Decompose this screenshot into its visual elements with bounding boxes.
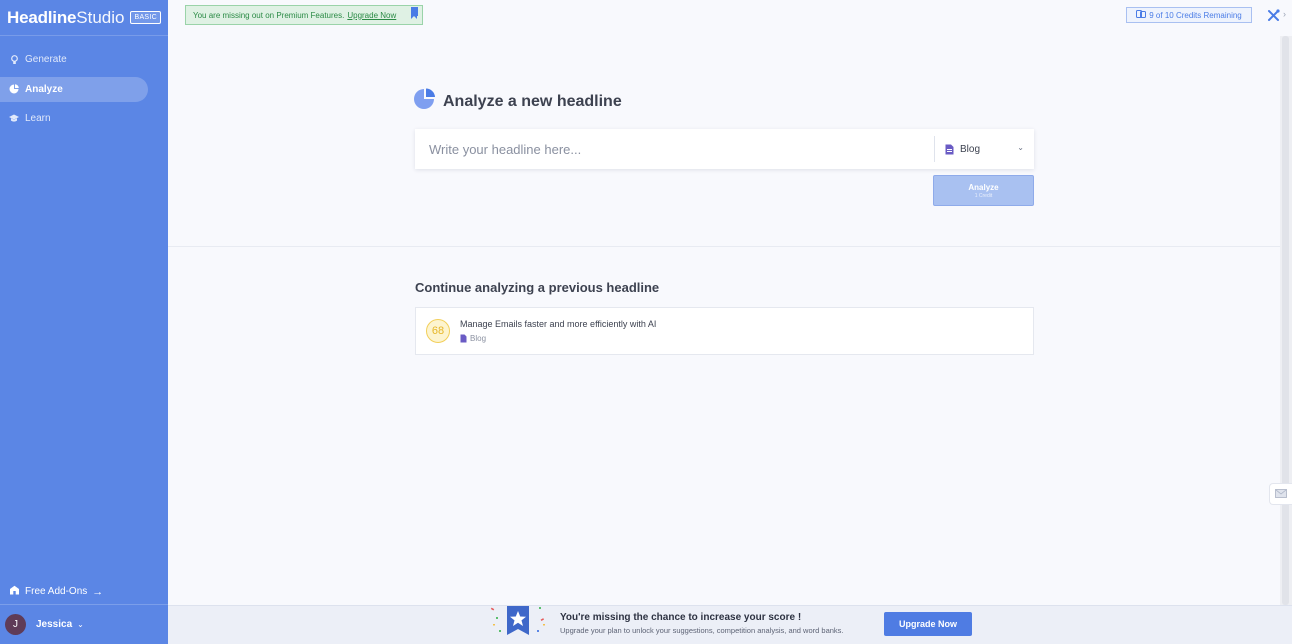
feedback-widget[interactable] xyxy=(1269,483,1292,505)
pie-chart-icon xyxy=(414,88,436,115)
previous-headline-title: Manage Emails faster and more efficientl… xyxy=(460,319,657,329)
credits-badge[interactable]: 9 of 10 Credits Remaining xyxy=(1126,7,1252,23)
document-icon xyxy=(460,334,467,343)
puzzle-icon xyxy=(9,585,20,598)
scrollbar-thumb[interactable] xyxy=(1282,36,1289,605)
promo-subtitle: Upgrade your plan to unlock your suggest… xyxy=(560,626,844,635)
sidebar-item-label: Learn xyxy=(25,113,51,124)
headline-input-card: Blog ⌄ xyxy=(415,129,1034,169)
brand-name-bold: Headline xyxy=(7,7,77,27)
chevron-right-icon[interactable]: › xyxy=(1283,9,1286,19)
sidebar-item-label: Analyze xyxy=(25,83,63,95)
avatar: J xyxy=(5,614,26,635)
star-badge-icon xyxy=(487,602,551,642)
free-addons-label: Free Add-Ons xyxy=(25,586,88,597)
brand-name-light: Studio xyxy=(76,7,125,27)
upgrade-now-button[interactable]: Upgrade Now xyxy=(884,612,972,636)
sidebar-nav: Generate Analyze Learn xyxy=(0,47,168,131)
mail-icon xyxy=(1275,485,1287,503)
lightbulb-icon xyxy=(9,54,19,65)
tools-icon[interactable] xyxy=(1264,7,1282,23)
graduation-cap-icon xyxy=(9,114,19,124)
chevron-down-icon: ⌄ xyxy=(1017,143,1024,152)
previous-headlines-title: Continue analyzing a previous headline xyxy=(415,280,660,295)
arrow-right-icon: → xyxy=(92,585,104,598)
content-type-select[interactable]: Blog ⌄ xyxy=(934,136,1034,162)
chevron-down-icon: ⌄ xyxy=(77,620,84,629)
bookmark-icon xyxy=(411,7,418,19)
analyze-button-label: Analyze xyxy=(968,182,999,192)
user-name: Jessica xyxy=(36,619,73,630)
page-title-text: Analyze a new headline xyxy=(443,92,622,110)
coins-icon xyxy=(1136,10,1147,20)
previous-headline-item[interactable]: 68 Manage Emails faster and more efficie… xyxy=(415,307,1034,355)
plan-badge: BASIC xyxy=(130,11,161,24)
promo-title: You're missing the chance to increase yo… xyxy=(560,612,802,623)
score-badge: 68 xyxy=(426,319,450,343)
sidebar-item-label: Generate xyxy=(25,54,67,65)
analyze-button-cost: 1 Credit xyxy=(974,192,993,199)
upgrade-link[interactable]: Upgrade Now xyxy=(347,11,396,20)
pie-chart-icon xyxy=(9,84,19,94)
sidebar-item-generate[interactable]: Generate xyxy=(0,47,148,72)
page-title: Analyze a new headline xyxy=(414,88,622,115)
brand-logo[interactable]: Headline Studio BASIC xyxy=(0,0,168,36)
analyze-button[interactable]: Analyze 1 Credit xyxy=(933,175,1034,206)
content-type-value: Blog xyxy=(960,143,981,155)
premium-banner-text: You are missing out on Premium Features. xyxy=(193,10,345,20)
upgrade-promo-bar xyxy=(168,605,1292,644)
document-icon xyxy=(945,144,954,155)
credits-text: 9 of 10 Credits Remaining xyxy=(1149,10,1242,20)
previous-headline-type: Blog xyxy=(470,334,487,343)
free-addons-link[interactable]: Free Add-Ons → xyxy=(9,585,103,598)
headline-input[interactable] xyxy=(415,129,934,169)
premium-banner: You are missing out on Premium Features.… xyxy=(185,5,423,25)
previous-headline-meta: Blog xyxy=(460,334,656,343)
sidebar-item-learn[interactable]: Learn xyxy=(0,106,148,131)
user-menu[interactable]: J Jessica ⌄ xyxy=(0,604,168,644)
sidebar-item-analyze[interactable]: Analyze xyxy=(0,76,148,102)
previous-headline-text: Manage Emails faster and more efficientl… xyxy=(460,319,656,343)
sidebar: Headline Studio BASIC Generate Analyze L… xyxy=(0,0,168,644)
